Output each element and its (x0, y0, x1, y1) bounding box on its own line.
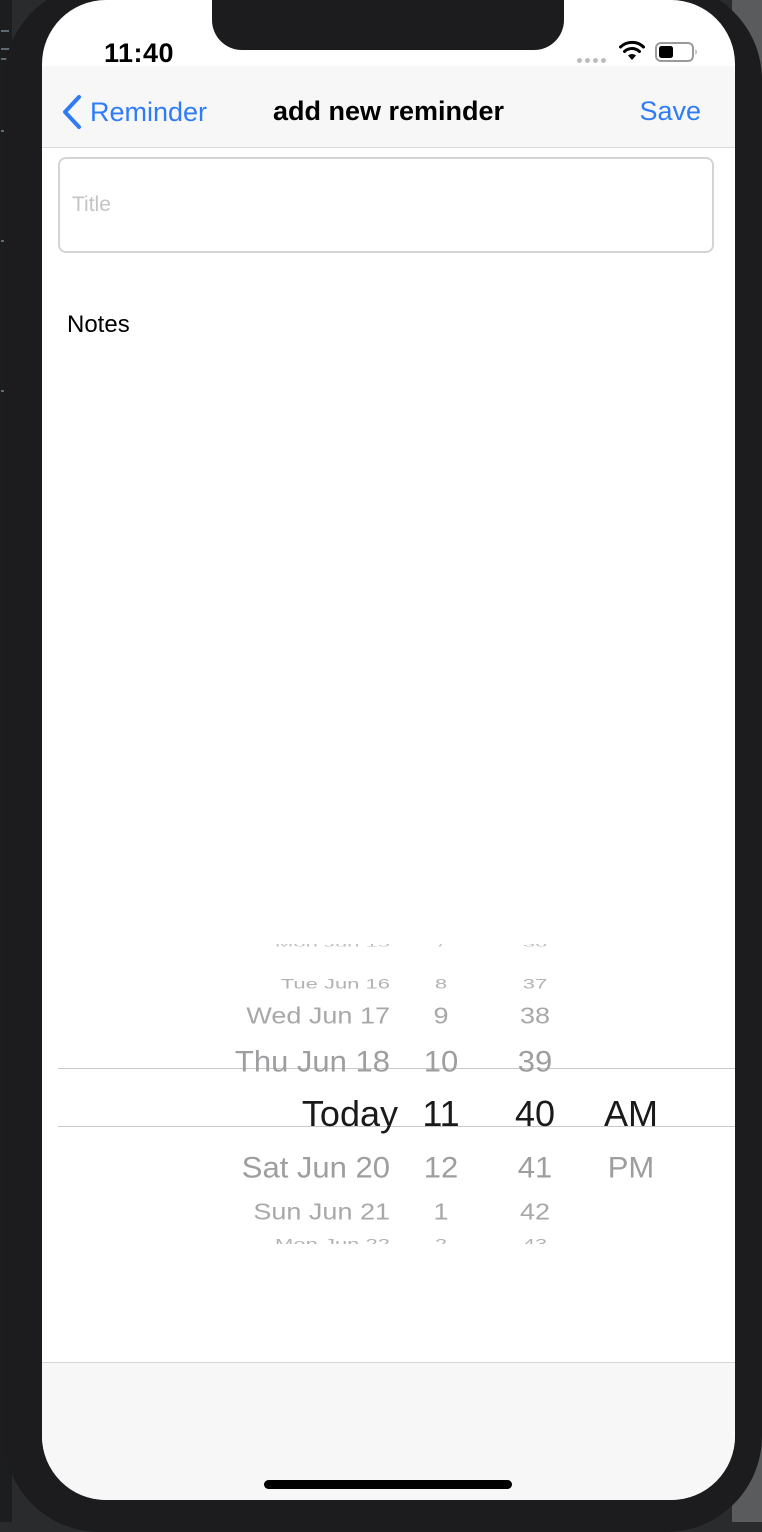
picker-minute-option: 38 (519, 1002, 551, 1029)
picker-selected-hour[interactable]: 11 (401, 1096, 481, 1132)
picker-hour-option: 2 (434, 1235, 448, 1244)
picker-minute-option: 39 (517, 1044, 553, 1078)
picker-hour-option: 8 (434, 975, 448, 992)
picker-date-option: Thu Jun 18 (234, 1044, 390, 1078)
picker-period-option: PM (607, 1150, 655, 1184)
picker-date-option: Mon Jun 15 (275, 944, 390, 948)
page-title: add new reminder (272, 96, 505, 126)
picker-selection-top-line (58, 1068, 735, 1069)
device-frame: 11:40 Reminder add new reminder Save Tit… (4, 0, 762, 1532)
notes-label: Notes (67, 311, 130, 338)
status-time: 11:40 (104, 38, 175, 68)
picker-date-option: Wed Jun 17 (246, 1002, 390, 1029)
picker-selected-date[interactable]: Today (302, 1096, 398, 1132)
device-screen: 11:40 Reminder add new reminder Save Tit… (42, 0, 735, 1500)
navigation-bar: Reminder add new reminder Save (42, 66, 735, 148)
date-time-picker[interactable]: Mon Jun 15 7 36 Tue Jun 16 8 37 Wed Jun 17 9 38 T… (58, 944, 735, 1244)
home-indicator[interactable] (264, 1480, 512, 1489)
picker-minute-option: 41 (517, 1150, 553, 1184)
picker-minute-option: 42 (519, 1198, 551, 1225)
battery-icon (655, 42, 697, 62)
save-button[interactable]: Save (639, 96, 701, 127)
device-notch (212, 0, 564, 50)
cellular-signal-icon (577, 58, 606, 63)
picker-minute-option: 43 (522, 1235, 548, 1244)
picker-hour-option: 10 (423, 1044, 459, 1078)
picker-hour-option: 12 (423, 1150, 459, 1184)
picker-date-option: Tue Jun 16 (280, 975, 390, 992)
picker-hour-option: 1 (433, 1198, 449, 1225)
title-field[interactable] (58, 157, 714, 253)
picker-hour-option: 9 (433, 1002, 449, 1029)
picker-selected-period[interactable]: AM (591, 1096, 671, 1132)
picker-date-option: Sun Jun 21 (253, 1198, 390, 1225)
picker-selected-minute[interactable]: 40 (495, 1096, 575, 1132)
wifi-icon (619, 40, 645, 60)
picker-date-option: Sat Jun 20 (241, 1150, 390, 1184)
picker-date-option: Mon Jun 22 (275, 1235, 390, 1244)
picker-minute-option: 36 (495, 944, 575, 948)
picker-minute-option: 37 (522, 975, 548, 992)
title-input[interactable] (72, 185, 692, 225)
picker-hour-option: 7 (401, 944, 481, 948)
